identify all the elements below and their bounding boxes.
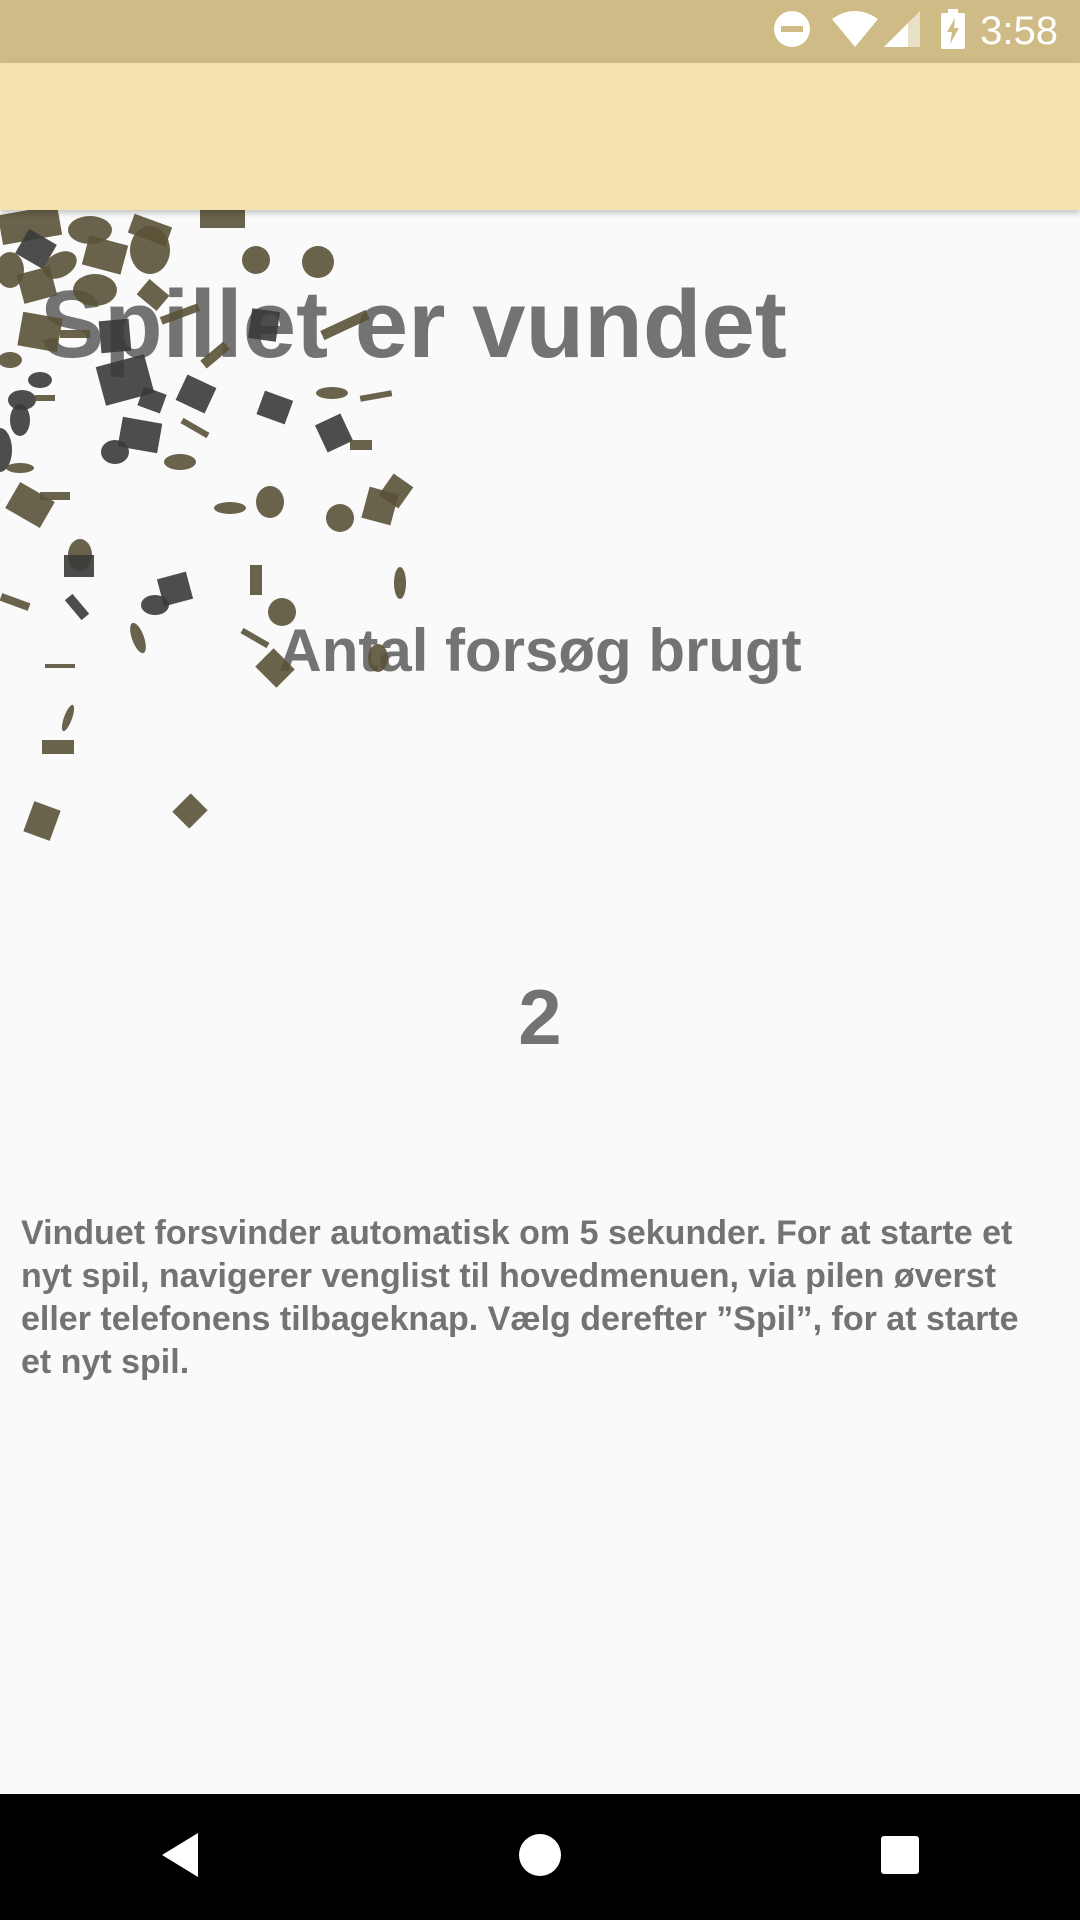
recents-button[interactable] bbox=[840, 1807, 960, 1907]
battery-charging-icon bbox=[940, 9, 966, 54]
status-icons: 3:58 bbox=[754, 9, 1058, 54]
status-time: 3:58 bbox=[980, 9, 1058, 53]
wifi-icon bbox=[830, 9, 880, 54]
back-icon bbox=[158, 1831, 202, 1884]
attempts-label: Antal forsøg brugt bbox=[278, 617, 802, 684]
home-icon bbox=[517, 1832, 563, 1883]
status-bar: 3:58 bbox=[0, 0, 1080, 63]
navigation-bar bbox=[0, 1794, 1080, 1920]
home-button[interactable] bbox=[480, 1807, 600, 1907]
main-content: Spillet er vundet Antal forsøg brugt 2 V… bbox=[0, 210, 1080, 1794]
recents-icon bbox=[879, 1834, 921, 1881]
app-bar bbox=[0, 63, 1080, 210]
info-text: Vinduet forsvinder automatisk om 5 sekun… bbox=[21, 1214, 1019, 1381]
page-title: Spillet er vundet bbox=[40, 271, 787, 378]
screen: 3:58 Spillet er vundet Antal forsøg brug… bbox=[0, 0, 1080, 1920]
signal-icon bbox=[882, 9, 922, 54]
back-button[interactable] bbox=[120, 1807, 240, 1907]
attempts-count: 2 bbox=[518, 973, 562, 1061]
do-not-disturb-icon bbox=[772, 9, 812, 54]
